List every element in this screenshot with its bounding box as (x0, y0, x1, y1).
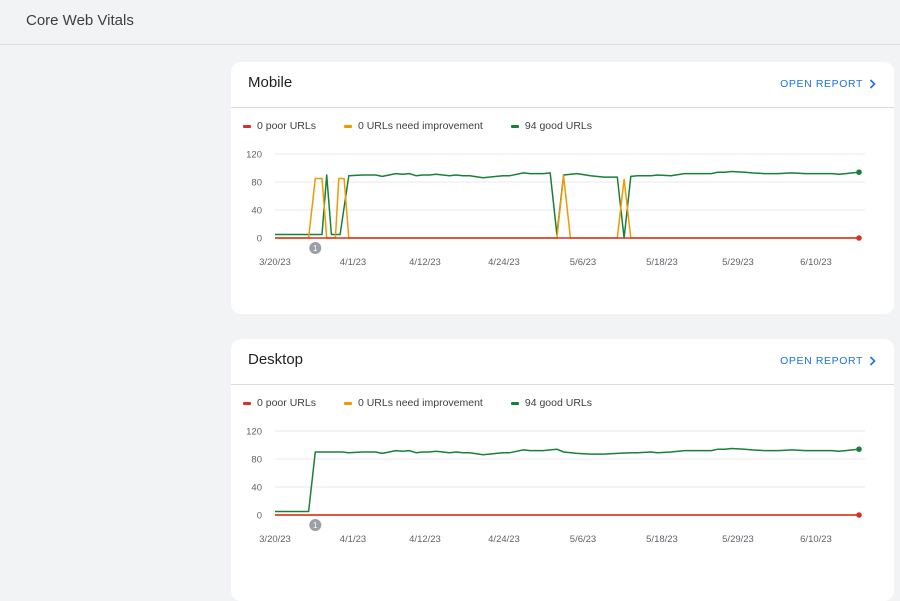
x-tick-label: 3/20/23 (259, 534, 291, 545)
card-title-desktop: Desktop (248, 351, 304, 368)
x-tick-label: 5/29/23 (722, 534, 754, 545)
x-tick-label: 5/29/23 (722, 257, 754, 268)
x-tick-label: 4/1/23 (340, 257, 366, 268)
series-end-point[interactable] (856, 446, 862, 452)
x-tick-label: 5/18/23 (646, 257, 678, 268)
legend-item-needs-improvement[interactable]: 0 URLs need improvement (343, 120, 483, 132)
card-header: Mobile OPEN REPORT (231, 62, 894, 108)
legend-swatch-good (510, 124, 519, 128)
y-tick-label: 120 (246, 150, 262, 161)
desktop-card: Desktop OPEN REPORT 0 poor URLs 0 URLs n… (231, 339, 894, 601)
series-end-point[interactable] (856, 235, 862, 241)
desktop-line-chart: 0 40 80 120 3/20/23 4/1/23 4/12/23 4/24/23 5/6/2… (246, 427, 865, 545)
series-line-1 (275, 174, 859, 239)
x-tick-label: 4/12/23 (409, 534, 441, 545)
open-report-label: OPEN REPORT (780, 78, 863, 90)
legend-label-poor: 0 poor URLs (257, 397, 316, 409)
annotation-label: 1 (313, 521, 318, 530)
x-tick-label: 4/12/23 (409, 257, 441, 268)
chevron-right-icon (869, 79, 876, 89)
open-report-desktop-link[interactable]: OPEN REPORT (780, 355, 876, 367)
y-tick-label: 120 (246, 427, 262, 438)
x-tick-label: 5/6/23 (570, 257, 596, 268)
series-end-point[interactable] (856, 512, 862, 518)
chart-legend: 0 poor URLs 0 URLs need improvement 94 g… (243, 119, 620, 133)
mobile-line-chart: 0 40 80 120 3/20/23 4/1/23 4/12/23 4/24/23 5/6/2… (246, 150, 865, 268)
series-end-point[interactable] (856, 169, 862, 175)
chevron-right-icon (869, 356, 876, 366)
y-tick-label: 80 (251, 178, 262, 189)
legend-swatch-good (510, 401, 519, 405)
y-tick-label: 40 (251, 206, 262, 217)
legend-label-needs-improvement: 0 URLs need improvement (357, 397, 483, 409)
legend-swatch-poor (243, 124, 251, 128)
card-title-mobile: Mobile (248, 74, 293, 91)
legend-item-good[interactable]: 94 good URLs (510, 120, 592, 132)
open-report-mobile-link[interactable]: OPEN REPORT (780, 78, 876, 90)
x-tick-label: 4/24/23 (488, 257, 520, 268)
annotation-marker[interactable]: 1 (309, 519, 322, 531)
legend-item-needs-improvement[interactable]: 0 URLs need improvement (343, 397, 483, 409)
legend-label-good: 94 good URLs (524, 120, 592, 132)
x-tick-label: 4/1/23 (340, 534, 366, 545)
series-line-2 (275, 447, 860, 513)
annotation-marker[interactable]: 1 (309, 242, 322, 254)
legend-item-good[interactable]: 94 good URLs (510, 397, 592, 409)
legend-swatch-poor (243, 401, 251, 405)
y-tick-label: 0 (257, 234, 262, 245)
y-tick-label: 40 (251, 483, 262, 494)
legend-label-poor: 0 poor URLs (257, 120, 316, 132)
legend-label-needs-improvement: 0 URLs need improvement (357, 120, 483, 132)
y-tick-label: 0 (257, 511, 262, 522)
x-tick-label: 4/24/23 (488, 534, 520, 545)
x-tick-label: 6/10/23 (800, 257, 832, 268)
legend-item-poor[interactable]: 0 poor URLs (243, 120, 316, 132)
page-title: Core Web Vitals (26, 12, 134, 29)
x-tick-label: 5/18/23 (646, 534, 678, 545)
y-tick-label: 80 (251, 455, 262, 466)
chart-legend: 0 poor URLs 0 URLs need improvement 94 g… (243, 396, 620, 410)
open-report-label: OPEN REPORT (780, 355, 863, 367)
mobile-card: Mobile OPEN REPORT 0 poor URLs 0 URLs ne… (231, 62, 894, 314)
legend-label-good: 94 good URLs (524, 397, 592, 409)
x-tick-label: 5/6/23 (570, 534, 596, 545)
legend-swatch-needs-improvement (343, 124, 352, 128)
card-header: Desktop OPEN REPORT (231, 339, 894, 385)
top-bar: Core Web Vitals (0, 0, 900, 45)
legend-item-poor[interactable]: 0 poor URLs (243, 397, 316, 409)
x-tick-label: 6/10/23 (800, 534, 832, 545)
annotation-label: 1 (313, 244, 318, 253)
x-tick-label: 3/20/23 (259, 257, 291, 268)
legend-swatch-needs-improvement (343, 401, 352, 405)
